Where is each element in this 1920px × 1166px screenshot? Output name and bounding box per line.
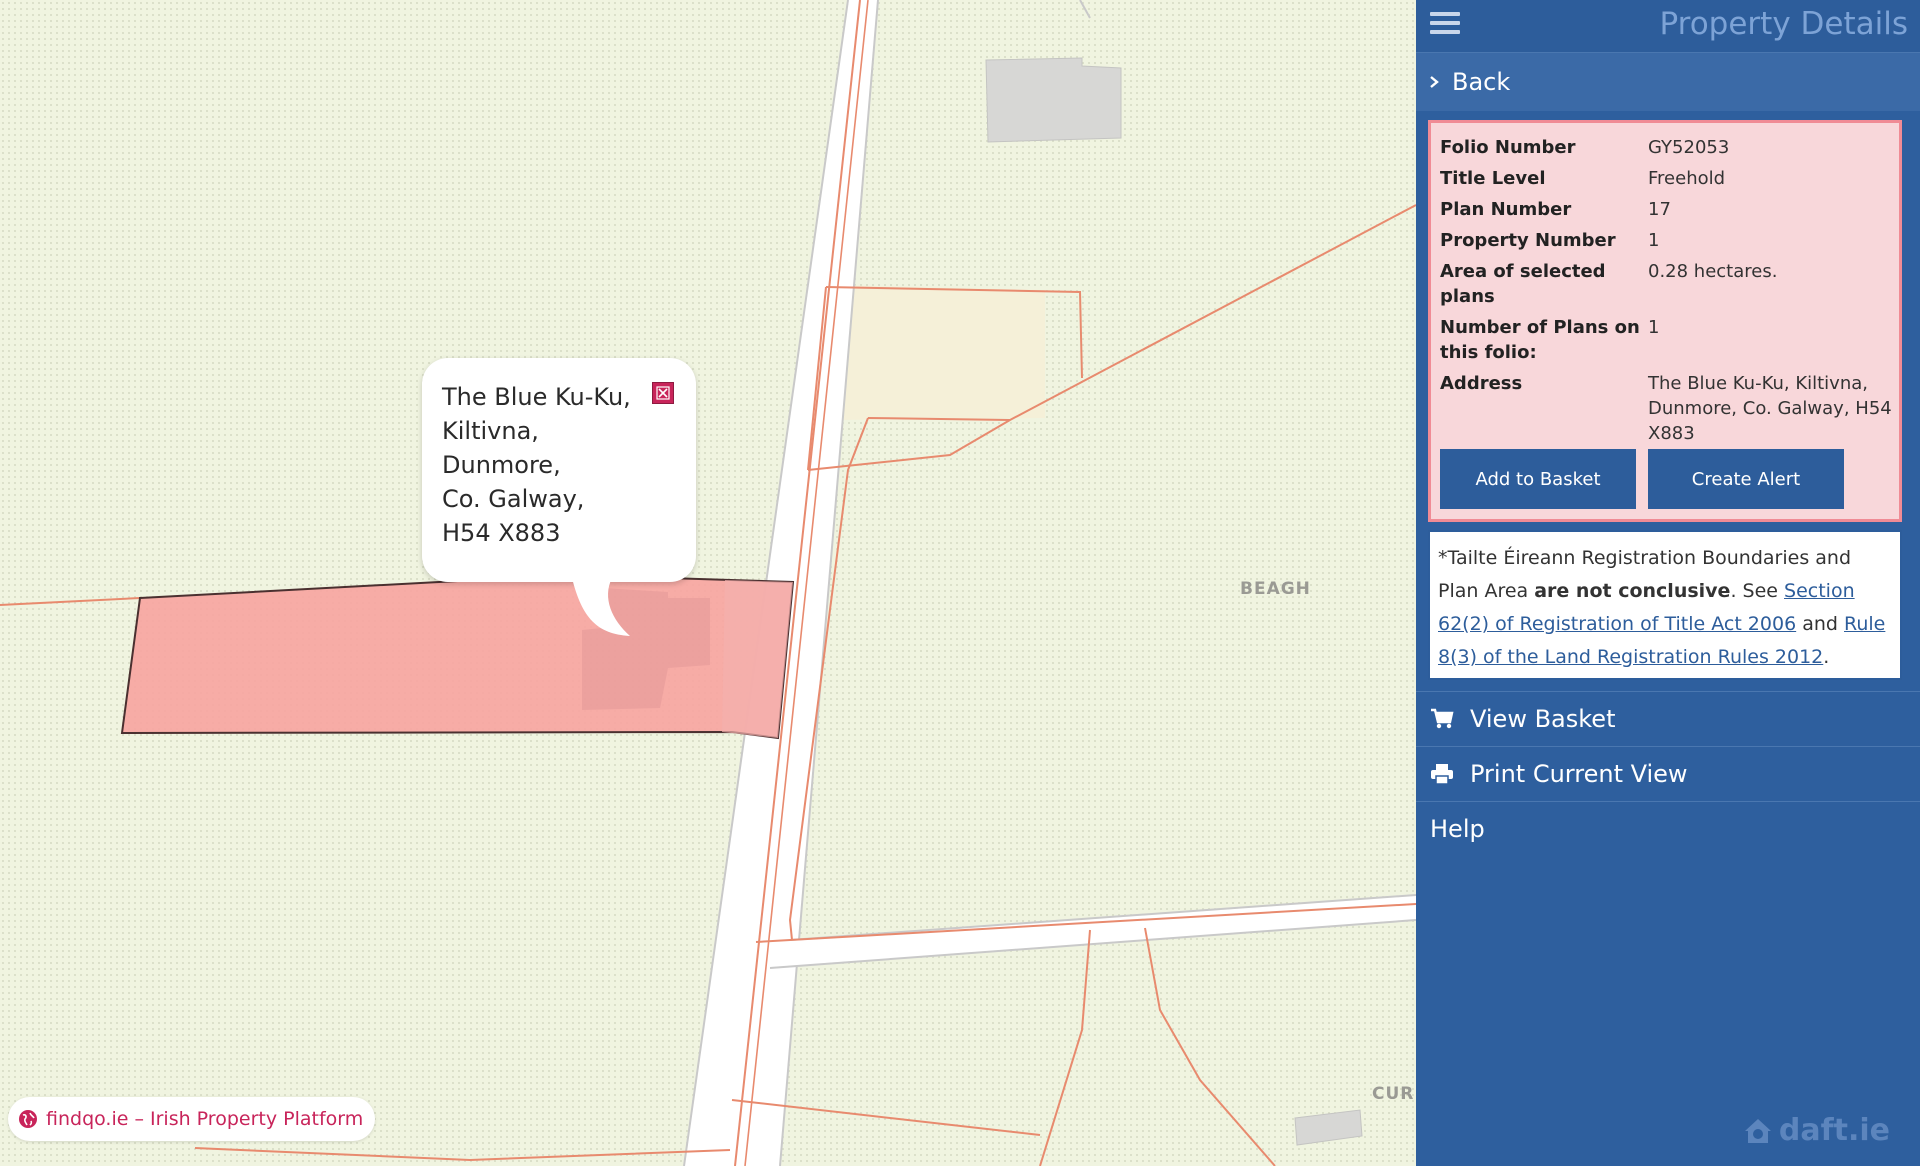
panel-title: Property Details <box>1659 6 1909 42</box>
detail-value: 17 <box>1648 199 1671 220</box>
popup-address: The Blue Ku-Ku, Kiltivna, Dunmore, Co. G… <box>442 380 642 550</box>
disclaimer-box: *Tailte Éireann Registration Boundaries … <box>1428 530 1902 680</box>
property-details-card: Folio Number GY52053 Title Level Freehol… <box>1428 120 1902 522</box>
detail-key: Number of Plans on this folio: <box>1440 317 1640 363</box>
detail-key: Property Number <box>1440 230 1616 251</box>
view-basket-button[interactable]: View Basket <box>1416 691 1920 745</box>
popup-address-line: The Blue Ku-Ku, <box>442 383 631 411</box>
yard <box>826 285 1045 420</box>
property-details-panel: Property Details Back Folio Number GY520… <box>1416 0 1920 1166</box>
map-label-cur: CUR <box>1372 1084 1415 1104</box>
globe-icon <box>19 1110 37 1128</box>
add-to-basket-button[interactable]: Add to Basket <box>1440 449 1636 509</box>
map-label-beagh: BEAGH <box>1240 579 1311 599</box>
detail-value: 0.28 hectares. <box>1648 261 1778 282</box>
print-current-view-label: Print Current View <box>1470 759 1688 788</box>
printer-icon <box>1430 762 1456 786</box>
brand-pill[interactable]: findqo.ie – Irish Property Platform <box>8 1097 376 1141</box>
panel-header: Property Details <box>1416 0 1920 52</box>
map-view[interactable]: BEAGH CUR The Blue Ku-Ku, Kiltivna, Dunm… <box>0 0 1416 1166</box>
popup-address-line: H54 X883 <box>442 519 561 547</box>
detail-key: Address <box>1440 373 1523 394</box>
popup-address-line: Dunmore, <box>442 451 561 479</box>
disclaimer-see: . See <box>1730 580 1785 602</box>
chevron-right-icon <box>1430 76 1439 88</box>
detail-value: 1 <box>1648 317 1660 338</box>
building <box>985 57 1122 143</box>
disclaimer-end: . <box>1823 646 1830 668</box>
popup-address-line: Co. Galway, <box>442 485 585 513</box>
hamburger-icon[interactable] <box>1430 12 1460 38</box>
help-label: Help <box>1430 814 1485 843</box>
detail-key: Folio Number <box>1440 137 1576 158</box>
brand-pill-text: findqo.ie – Irish Property Platform <box>46 1108 364 1130</box>
watermark-text: daft.ie <box>1778 1113 1890 1148</box>
daft-watermark: daft.ie <box>1743 1113 1890 1148</box>
side-road <box>780 895 1416 968</box>
back-label: Back <box>1452 68 1511 96</box>
detail-key: Area of selected plans <box>1440 261 1606 307</box>
detail-key: Title Level <box>1440 168 1546 189</box>
close-icon <box>656 386 670 400</box>
create-alert-button[interactable]: Create Alert <box>1648 449 1844 509</box>
detail-value: The Blue Ku-Ku, Kiltivna, Dunmore, Co. G… <box>1648 373 1892 444</box>
detail-value: 1 <box>1648 230 1660 251</box>
popup-address-line: Kiltivna, <box>442 417 539 445</box>
address-popup: The Blue Ku-Ku, Kiltivna, Dunmore, Co. G… <box>422 358 696 636</box>
help-button[interactable]: Help <box>1416 801 1920 855</box>
cart-icon <box>1430 707 1456 731</box>
building <box>1294 1109 1363 1146</box>
back-button[interactable]: Back <box>1416 52 1920 111</box>
view-basket-label: View Basket <box>1470 704 1616 733</box>
detail-value: Freehold <box>1648 168 1726 189</box>
disclaimer-bold: are not conclusive <box>1534 580 1731 602</box>
print-current-view-button[interactable]: Print Current View <box>1416 746 1920 800</box>
detail-key: Plan Number <box>1440 199 1572 220</box>
disclaimer-and: and <box>1796 613 1844 635</box>
detail-value: GY52053 <box>1648 137 1730 158</box>
daft-logo-icon <box>1744 1118 1771 1143</box>
popup-close-button[interactable] <box>652 382 674 404</box>
